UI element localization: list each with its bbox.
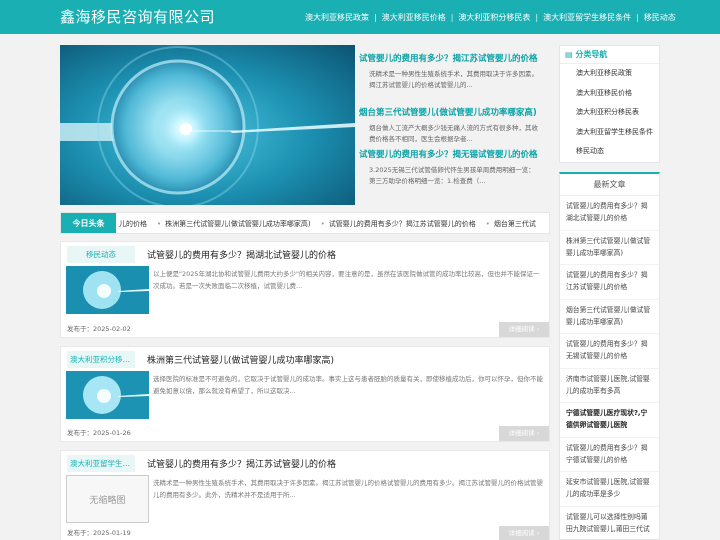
embryo-thumbnail-image <box>66 266 149 314</box>
no-thumbnail-placeholder: 无缩略图 <box>66 475 149 523</box>
hero-image[interactable] <box>60 45 355 205</box>
article-date: 发布于：2025-02-02 <box>67 323 131 333</box>
featured-item: 试管婴儿的费用有多少？揭无锡试管婴儿的价格 3.2025无锡三代试管借卵代怀生男… <box>359 148 540 190</box>
main-nav: 澳大利亚移民政策 | 澳大利亚移民价格 | 澳大利亚积分移民表 | 澳大利亚留学生移民… <box>300 0 681 34</box>
article-title[interactable]: 株洲第三代试管婴儿(做试管婴儿成功率哪家高) <box>147 353 334 366</box>
date-label: 发布于： <box>67 429 93 437</box>
ticker-item[interactable]: 儿的价格 <box>119 219 147 229</box>
read-more-button[interactable]: 详细阅读 › <box>499 426 549 441</box>
latest-articles-title: 最新文章 <box>560 174 659 196</box>
category-item[interactable]: 移民动态 <box>560 142 659 162</box>
article-category[interactable]: 移民动态 <box>67 246 135 263</box>
article-card: 移民动态 试管婴儿的费用有多少？揭湖北试管婴儿的价格 以上便是"2025年湖北协… <box>60 241 550 338</box>
date-label: 发布于： <box>67 529 93 537</box>
embryo-thumbnail-image <box>66 371 149 419</box>
ticker-bullet: • <box>320 219 325 228</box>
article-title[interactable]: 试管婴儿的费用有多少？揭江苏试管婴儿的价格 <box>147 457 336 470</box>
article-title[interactable]: 试管婴儿的费用有多少？揭湖北试管婴儿的价格 <box>147 248 336 261</box>
article-excerpt: 洗精术是一种男性生殖系统手术，其费用取决于许多因素。揭江苏试管婴儿的价格试管婴儿… <box>153 479 543 499</box>
read-more-button[interactable]: 详细阅读 › <box>499 526 549 540</box>
list-icon: ▤ <box>565 50 576 59</box>
article-excerpt: 选择医院的标准是不可避免的，它取决于试管婴儿的成功率。事实上这与患者胚胎的质量有… <box>153 375 543 395</box>
read-more-label: 详细阅读 <box>508 325 535 333</box>
chevron-right-icon: › <box>536 325 540 333</box>
article-category[interactable]: 澳大利亚留学生移民条件 <box>67 455 135 472</box>
latest-article-link[interactable]: 试管婴儿的费用有多少？揭无锡试管婴儿的价格 <box>560 334 659 369</box>
ticker-label: 今日头条 <box>61 213 116 233</box>
category-item[interactable]: 澳大利亚积分移民表 <box>560 103 659 123</box>
read-more-label: 详细阅读 <box>508 529 535 537</box>
article-thumbnail[interactable] <box>66 371 149 419</box>
featured-item: 烟台第三代试管婴儿(做试管婴儿成功率哪家高) 烟台做人工流产大概多少钱无痛人流的… <box>359 106 540 148</box>
article-thumbnail[interactable]: 无缩略图 <box>66 475 149 523</box>
date-value: 2025-01-26 <box>93 429 131 437</box>
featured-item: 试管婴儿的费用有多少？揭江苏试管婴儿的价格 洗精术是一种男性生殖系统手术，其费用… <box>359 52 540 106</box>
chevron-right-icon: › <box>536 429 540 437</box>
article-category[interactable]: 澳大利亚积分移民表 <box>67 351 135 368</box>
nav-item-student[interactable]: 澳大利亚留学生移民条件 <box>538 12 636 23</box>
category-nav-title-text: 分类导航 <box>575 50 608 59</box>
article-thumbnail[interactable] <box>66 266 149 314</box>
featured-desc: 烟台做人工流产大概多少钱无痛人流的方式有很多种，其收费价格各不相同，医生会根据孕… <box>369 124 538 143</box>
nav-item-news[interactable]: 移民动态 <box>639 12 681 23</box>
article-date: 发布于：2025-01-19 <box>67 527 131 537</box>
latest-article-link[interactable]: 烟台第三代试管婴儿(做试管婴儿成功率哪家高) <box>560 300 659 334</box>
featured-title[interactable]: 烟台第三代试管婴儿(做试管婴儿成功率哪家高) <box>359 106 540 118</box>
article-excerpt: 以上便是"2025年湖北协和试管婴儿费用大约多少"的相关内容，要注意的是，虽然在… <box>153 270 540 290</box>
ticker-item[interactable]: 株洲第三代试管婴儿(做试管婴儿成功率哪家高) <box>165 219 310 229</box>
latest-article-link[interactable]: 株洲第三代试管婴儿(做试管婴儿成功率哪家高) <box>560 231 659 265</box>
date-label: 发布于： <box>67 325 93 333</box>
read-more-label: 详细阅读 <box>508 429 535 437</box>
headline-ticker: 今日头条 儿的价格 • 株洲第三代试管婴儿(做试管婴儿成功率哪家高) • 试管婴儿的… <box>60 212 550 234</box>
site-header: 鑫海移民咨询有限公司 澳大利亚移民政策 | 澳大利亚移民价格 | 澳大利亚积分移民表… <box>0 0 720 34</box>
read-more-button[interactable]: 详细阅读 › <box>499 322 549 337</box>
featured-desc: 3.2025无锡三代试管借卵代怀生男孩单周费用明细一览：第三方助孕价格明细一览：… <box>369 166 535 185</box>
latest-article-link[interactable]: 试管婴儿的费用有多少？揭江苏试管婴儿的价格 <box>560 265 659 300</box>
featured-title[interactable]: 试管婴儿的费用有多少？揭无锡试管婴儿的价格 <box>359 148 540 160</box>
latest-article-link[interactable]: 延安市试管婴儿医院,试管婴儿的成功率是多少 <box>560 472 659 507</box>
latest-article-link[interactable]: 试管婴儿的费用有多少？揭湖北试管婴儿的价格 <box>560 196 659 231</box>
category-item[interactable]: 澳大利亚留学生移民条件 <box>560 123 659 143</box>
category-item[interactable]: 澳大利亚移民政策 <box>560 64 659 84</box>
featured-title[interactable]: 试管婴儿的费用有多少？揭江苏试管婴儿的价格 <box>359 52 540 64</box>
ticker-bullet: • <box>157 219 162 228</box>
nav-item-points[interactable]: 澳大利亚积分移民表 <box>453 12 535 23</box>
date-value: 2025-02-02 <box>93 325 131 333</box>
embryo-illustration <box>60 45 355 205</box>
chevron-right-icon: › <box>536 529 540 537</box>
latest-article-link[interactable]: 试管婴儿可以选择性别吗莆田九院试管婴儿,莆田三代试 <box>560 507 659 540</box>
nav-item-policy[interactable]: 澳大利亚移民政策 <box>300 12 374 23</box>
latest-article-link[interactable]: 试管婴儿的费用有多少？揭宁德试管婴儿的价格 <box>560 438 659 472</box>
article-card: 澳大利亚积分移民表 株洲第三代试管婴儿(做试管婴儿成功率哪家高) 选择医院的标准… <box>60 346 550 442</box>
article-date: 发布于：2025-01-26 <box>67 427 131 437</box>
category-nav-title: ▤ 分类导航 <box>560 46 659 64</box>
site-logo[interactable]: 鑫海移民咨询有限公司 <box>60 6 215 27</box>
category-item[interactable]: 澳大利亚移民价格 <box>560 84 659 104</box>
ticker-items: 儿的价格 • 株洲第三代试管婴儿(做试管婴儿成功率哪家高) • 试管婴儿的费用有多少… <box>119 213 546 233</box>
latest-articles-box: 最新文章 试管婴儿的费用有多少？揭湖北试管婴儿的价格 株洲第三代试管婴儿(做试管… <box>559 172 660 540</box>
date-value: 2025-01-19 <box>93 529 131 537</box>
nav-item-price[interactable]: 澳大利亚移民价格 <box>377 12 451 23</box>
ticker-bullet: • <box>485 219 490 228</box>
ticker-item[interactable]: 试管婴儿的费用有多少？揭江苏试管婴儿的价格 <box>329 219 476 229</box>
ticker-item[interactable]: 烟台第三代试 <box>494 219 536 229</box>
latest-article-link[interactable]: 宁德试管婴儿医疗现状?,宁德供卵试管婴儿医院 <box>560 403 659 438</box>
featured-list: 试管婴儿的费用有多少？揭江苏试管婴儿的价格 洗精术是一种男性生殖系统手术，其费用… <box>359 45 540 190</box>
latest-article-link[interactable]: 济南市试管婴儿医院,试管婴儿的成功率有多高 <box>560 369 659 403</box>
category-nav-box: ▤ 分类导航 澳大利亚移民政策 澳大利亚移民价格 澳大利亚积分移民表 澳大利亚留… <box>559 45 660 163</box>
article-card: 澳大利亚留学生移民条件 试管婴儿的费用有多少？揭江苏试管婴儿的价格 无缩略图 洗… <box>60 450 550 540</box>
featured-desc: 洗精术是一种男性生殖系统手术，其费用取决于许多因素。揭江苏试管婴儿的价格试管婴儿… <box>369 70 538 89</box>
